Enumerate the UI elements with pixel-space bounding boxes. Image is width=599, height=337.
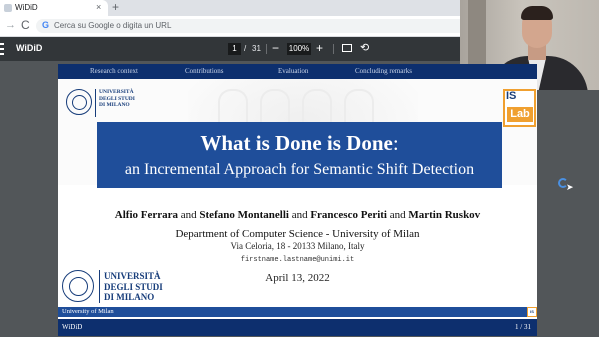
zoom-in-button[interactable]: +: [316, 41, 323, 55]
university-strip-label: University of Milan: [62, 308, 114, 315]
presenter-hair: [521, 6, 553, 20]
toolbar-divider: [266, 44, 267, 54]
mouse-cursor-icon: ➤: [566, 182, 574, 192]
islab-logo: IS Lab: [503, 89, 536, 127]
author: Stefano Montanelli: [199, 209, 289, 221]
university-logo-text-large: UNIVERSITÀ DEGLI STUDI DI MILANO: [104, 271, 163, 302]
university-logo-text: UNIVERSITÀ DEGLI STUDI DI MILANO: [99, 89, 135, 108]
address: Via Celoria, 18 - 20133 Milano, Italy: [230, 241, 365, 251]
google-icon: G: [42, 20, 50, 30]
slide-footer: WiDiD 1 / 31: [58, 319, 537, 336]
footer-page-number: 1 / 31: [515, 323, 531, 331]
fit-to-page-icon[interactable]: [342, 44, 352, 52]
rotate-icon[interactable]: ⟲: [360, 41, 369, 54]
tab-title: WiDiD: [15, 3, 38, 12]
document-icon: [4, 4, 12, 12]
author: Martin Ruskov: [408, 209, 481, 221]
author: Alfio Ferrara: [114, 209, 179, 221]
university-seal-icon: [66, 89, 92, 115]
slide-subtitle: an Incremental Approach for Semantic Shi…: [124, 161, 475, 178]
logo-divider: [99, 270, 100, 303]
pdf-slide-page: Research context Contributions Evaluatio…: [58, 64, 537, 336]
pdf-document-title: WiDiD: [16, 43, 43, 53]
page-number-input[interactable]: 1: [228, 43, 241, 55]
footer-title: WiDiD: [62, 323, 83, 331]
university-strip: University of Milan: [58, 307, 537, 317]
nav-contributions[interactable]: Contributions: [185, 67, 224, 75]
slide-section-nav: Research context Contributions Evaluatio…: [58, 64, 537, 79]
nav-evaluation[interactable]: Evaluation: [278, 67, 308, 75]
zoom-level-input[interactable]: 100%: [287, 43, 311, 55]
title-box: What is Done is Done: an Incremental App…: [97, 122, 502, 188]
nav-research-context[interactable]: Research context: [90, 67, 138, 75]
forward-icon[interactable]: →: [5, 19, 16, 31]
logo-divider: [95, 89, 96, 117]
islab-small-logo: IS: [527, 307, 537, 317]
reload-icon[interactable]: C: [21, 18, 30, 32]
department: Department of Computer Science - Univers…: [175, 228, 420, 240]
page-separator: /: [244, 44, 247, 53]
email: firstname.lastname@unimi.it: [240, 256, 355, 264]
author-list: Alfio Ferrara and Stefano Montanelli and…: [114, 209, 481, 221]
omnibox-placeholder[interactable]: Cerca su Google o digita un URL: [54, 21, 171, 30]
browser-tab[interactable]: WiDiD ×: [0, 0, 108, 16]
omnibox[interactable]: G Cerca su Google o digita un URL: [36, 19, 466, 33]
toolbar-divider: [333, 44, 334, 54]
close-tab-icon[interactable]: ×: [96, 2, 101, 12]
total-pages: 31: [252, 44, 261, 53]
slide-title: What is Done is Done:: [200, 131, 399, 155]
menu-icon[interactable]: [0, 43, 4, 55]
author: Francesco Periti: [310, 209, 387, 221]
zoom-out-button[interactable]: −: [272, 41, 279, 55]
university-seal-icon: [62, 270, 94, 302]
nav-concluding-remarks[interactable]: Concluding remarks: [355, 67, 412, 75]
new-tab-button[interactable]: +: [112, 0, 119, 14]
